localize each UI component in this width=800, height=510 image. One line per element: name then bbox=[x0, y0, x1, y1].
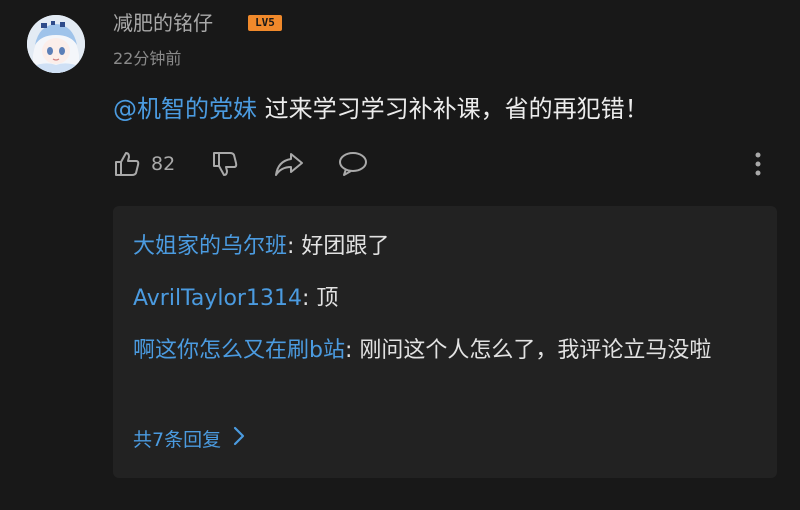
view-all-replies-label: 共7条回复 bbox=[133, 429, 222, 451]
like-button[interactable]: 82 bbox=[113, 150, 175, 178]
like-count: 82 bbox=[151, 153, 176, 175]
comment-card: 减肥的铭仔 LV5 22分钟前 @机智的党妹 过来学习学习补补课，省的再犯错！ … bbox=[0, 0, 800, 510]
reply-button[interactable] bbox=[337, 150, 369, 178]
reply-item: AvrilTaylor1314: 顶 bbox=[133, 282, 753, 316]
reply-author[interactable]: AvrilTaylor1314 bbox=[133, 286, 302, 311]
reply-author[interactable]: 啊这你怎么又在刷b站 bbox=[133, 338, 345, 363]
thumbs-down-icon bbox=[211, 150, 239, 178]
comment-text: @机智的党妹 过来学习学习补补课，省的再犯错！ bbox=[113, 92, 649, 126]
reply-text: 刚问这个人怎么了，我评论立马没啦 bbox=[359, 338, 712, 363]
timestamp: 22分钟前 bbox=[113, 49, 182, 68]
comment-bubble-icon bbox=[337, 150, 369, 178]
view-all-replies-button[interactable]: 共7条回复 bbox=[133, 426, 245, 454]
level-badge: LV5 bbox=[248, 15, 282, 31]
reply-text: 顶 bbox=[316, 286, 339, 311]
avatar[interactable] bbox=[27, 15, 85, 73]
more-vertical-icon bbox=[748, 152, 768, 184]
mention-link[interactable]: @机智的党妹 bbox=[113, 95, 257, 123]
reply-item: 大姐家的乌尔班: 好团跟了 bbox=[133, 230, 753, 264]
reply-author[interactable]: 大姐家的乌尔班 bbox=[133, 234, 287, 259]
share-icon bbox=[273, 150, 305, 178]
comment-body: 过来学习学习补补课，省的再犯错！ bbox=[257, 95, 649, 123]
reply-separator: : bbox=[301, 286, 317, 311]
reply-separator: : bbox=[287, 234, 302, 259]
more-button[interactable] bbox=[748, 150, 768, 180]
reply-separator: : bbox=[344, 338, 360, 363]
reply-text: 好团跟了 bbox=[301, 234, 390, 259]
dislike-button[interactable] bbox=[211, 150, 239, 178]
share-button[interactable] bbox=[273, 150, 305, 178]
chevron-right-icon bbox=[221, 426, 245, 454]
thumbs-up-icon bbox=[113, 150, 141, 178]
reply-item: 啊这你怎么又在刷b站: 刚问这个人怎么了，我评论立马没啦 bbox=[133, 334, 753, 368]
replies-panel: 大姐家的乌尔班: 好团跟了 AvrilTaylor1314: 顶 啊这你怎么又在… bbox=[113, 206, 777, 478]
username[interactable]: 减肥的铭仔 bbox=[113, 10, 213, 36]
